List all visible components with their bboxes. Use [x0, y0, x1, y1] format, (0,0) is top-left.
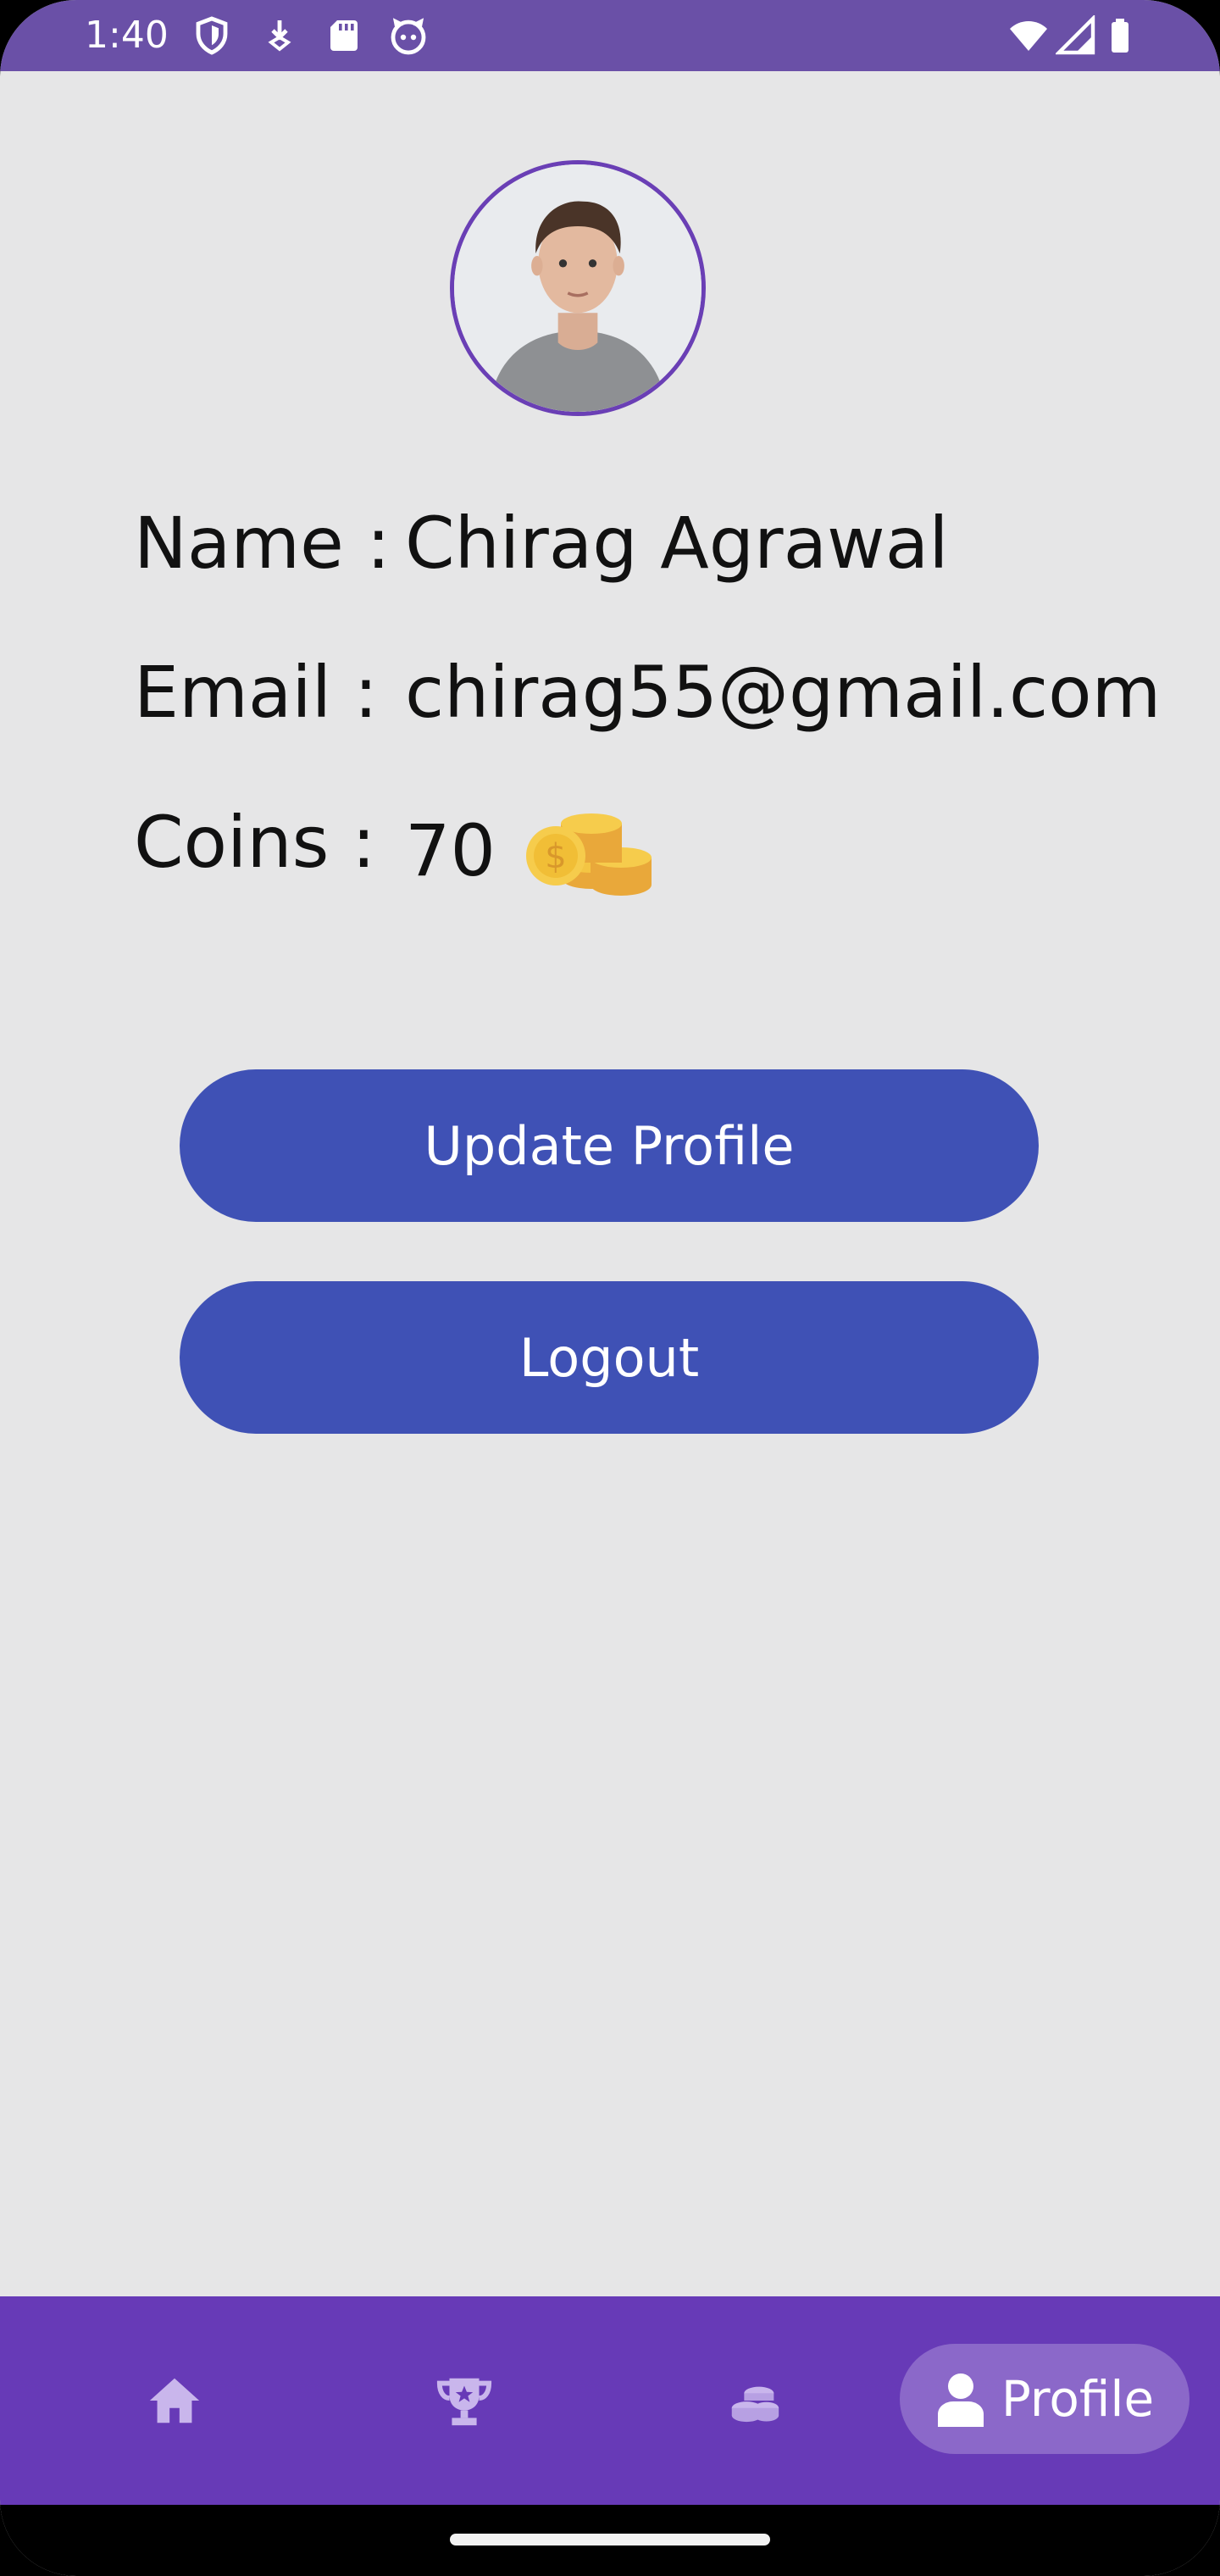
person-icon [937, 2373, 984, 2427]
coins-icon [731, 2386, 779, 2423]
update-profile-button[interactable]: Update Profile [180, 1069, 1039, 1222]
coins-label: Coins : [134, 801, 376, 884]
email-label: Email : [134, 651, 379, 734]
name-label: Name : [134, 502, 391, 585]
sd-card-icon [324, 15, 364, 56]
email-value: chirag55@gmail.com [405, 651, 1162, 734]
home-icon [149, 2378, 200, 2423]
signal-icon [1056, 15, 1096, 56]
status-time: 1:40 [85, 14, 169, 57]
name-value: Chirag Agrawal [405, 502, 949, 585]
nav-leaderboard[interactable] [405, 2296, 524, 2505]
nav-home[interactable] [115, 2296, 234, 2505]
update-profile-label: Update Profile [424, 1114, 795, 1177]
trophy-icon [436, 2378, 492, 2426]
cat-face-icon [388, 15, 429, 56]
status-bar: 1:40 [0, 0, 1220, 71]
nav-profile[interactable]: Profile [900, 2344, 1190, 2454]
nav-coins[interactable] [695, 2296, 813, 2505]
logout-label: Logout [518, 1326, 700, 1389]
shield-icon [191, 15, 232, 56]
wifi-icon [1005, 15, 1052, 56]
profile-screen: 1:40 Name: Chirag Agrawal Email: chira… [0, 0, 1220, 2576]
nav-profile-label: Profile [1001, 2370, 1155, 2428]
svg-text:$: $ [545, 837, 566, 876]
battery-icon [1105, 15, 1145, 56]
coin-stack-icon: $ [524, 803, 656, 898]
home-gesture-bar[interactable] [450, 2534, 770, 2545]
download-icon [259, 15, 300, 56]
bottom-navigation: Profile [0, 2296, 1220, 2505]
coins-value: 70 [405, 809, 496, 892]
logout-button[interactable]: Logout [180, 1281, 1039, 1434]
avatar [450, 160, 706, 416]
